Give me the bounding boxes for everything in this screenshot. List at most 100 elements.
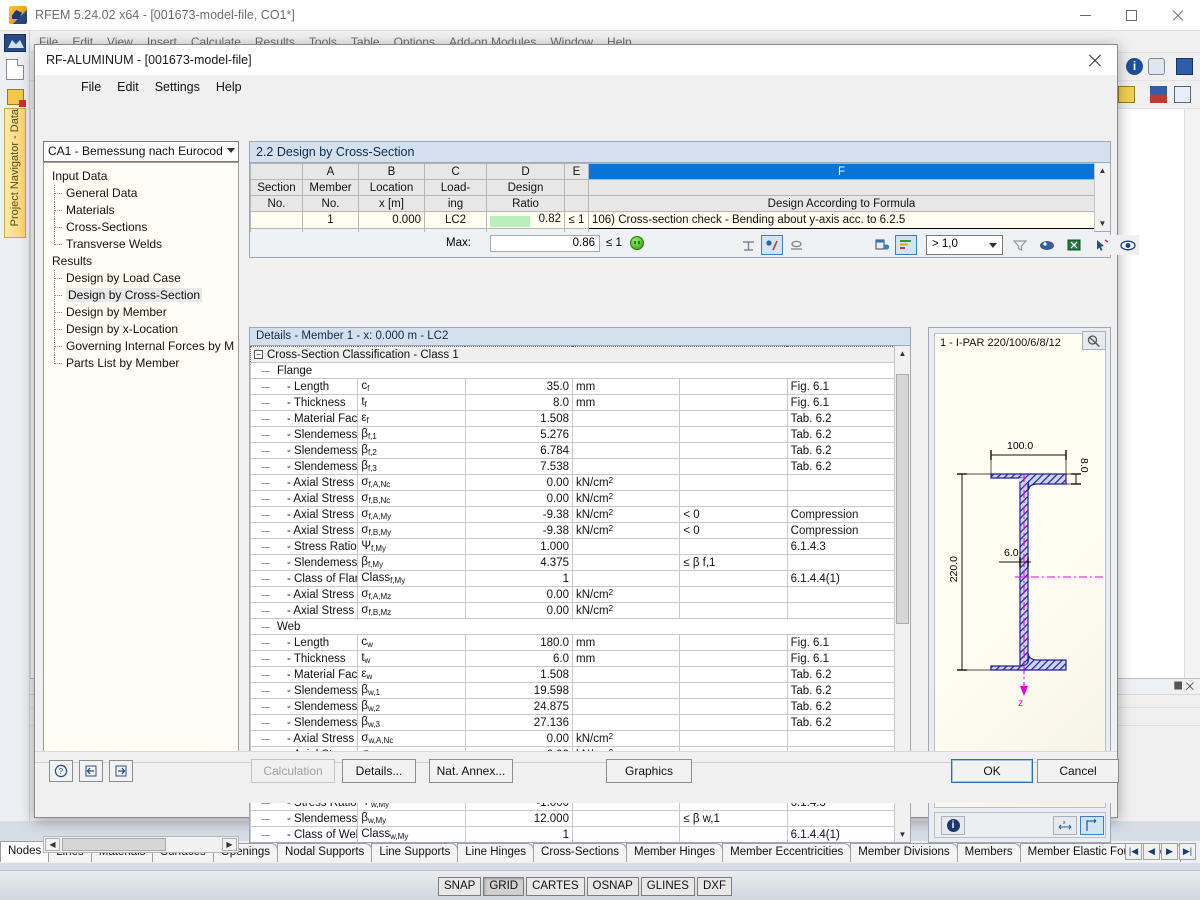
maximize-icon[interactable] [1108, 0, 1154, 31]
sidebar-item-parts-list-by-member[interactable]: Parts List by Member [44, 355, 238, 372]
tab-first-button[interactable]: |◀ [1125, 843, 1142, 860]
tab-member-hinges[interactable]: Member Hinges [626, 843, 723, 862]
dimensions-x-icon[interactable]: x [1053, 816, 1077, 835]
export-excel-icon[interactable] [1063, 235, 1085, 255]
sidebar-item-governing-internal-forces-by-m[interactable]: Governing Internal Forces by M [44, 338, 238, 355]
sidebar-item-design-by-x-location[interactable]: Design by x-Location [44, 321, 238, 338]
col-letter-f[interactable]: F [589, 164, 1095, 180]
dialog-menu-help[interactable]: Help [208, 77, 250, 97]
project-navigator-tab[interactable]: Project Navigator - Data [4, 108, 26, 238]
table-settings-icon[interactable] [871, 235, 893, 255]
sidebar-item-transverse-welds[interactable]: Transverse Welds [44, 236, 238, 253]
details-row[interactable]: - Stress RatioΨf,My1.0006.1.4.3 [251, 539, 895, 555]
group-header-label[interactable]: −Cross-Section Classification - Class 1 [251, 347, 895, 363]
tab-prev-button[interactable]: ◀ [1143, 843, 1160, 860]
details-row[interactable]: - Axial Stress at Flange Endσf,B,Mz0.00k… [251, 603, 895, 619]
scroll-right-arrow-icon[interactable]: ▶ [222, 838, 237, 851]
tab-member-eccentricities[interactable]: Member Eccentricities [722, 843, 851, 862]
details-row[interactable]: - Axial Stress at Flange Startσf,A,My-9.… [251, 507, 895, 523]
support-results-icon[interactable] [785, 235, 807, 255]
tab-last-button[interactable]: ▶| [1179, 843, 1196, 860]
minimize-icon[interactable] [1062, 0, 1108, 31]
tab-nodal-supports[interactable]: Nodal Supports [277, 843, 372, 862]
cell-section-no[interactable] [251, 212, 303, 229]
tab-nodes[interactable]: Nodes [0, 841, 49, 862]
ok-button[interactable]: OK [951, 759, 1033, 783]
funnel-icon[interactable] [1009, 235, 1031, 255]
scroll-down-arrow-icon[interactable]: ▼ [1095, 216, 1110, 231]
tab-member-divisions[interactable]: Member Divisions [850, 843, 957, 862]
calculation-button[interactable]: Calculation [251, 759, 335, 783]
status-toggle-snap[interactable]: SNAP [438, 877, 481, 896]
new-object-icon[interactable] [1118, 86, 1135, 103]
tab-next-button[interactable]: ▶ [1161, 843, 1178, 860]
details-button[interactable]: Details... [342, 759, 416, 783]
details-row[interactable]: - Slendemess Parameter for Class 2βf,26.… [251, 443, 895, 459]
scroll-thumb[interactable] [896, 374, 909, 624]
new-file-icon[interactable] [6, 59, 24, 80]
sidebar-item-design-by-load-case[interactable]: Design by Load Case [44, 270, 238, 287]
sidebar-item-general-data[interactable]: General Data [44, 185, 238, 202]
help-icon[interactable]: ? [49, 760, 73, 782]
col-letter-e[interactable]: E [565, 164, 589, 180]
cell-location[interactable]: 0.000 [359, 212, 425, 229]
results-grid-scrollbar[interactable]: ▲ ▼ [1094, 163, 1110, 231]
nav-tree-horizontal-scrollbar[interactable]: ◀ ▶ [43, 836, 239, 853]
next-page-icon[interactable] [109, 760, 133, 782]
status-toggle-dxf[interactable]: DXF [697, 877, 732, 896]
axes-icon[interactable] [1080, 816, 1104, 835]
scroll-up-arrow-icon[interactable]: ▲ [895, 346, 910, 361]
pick-member-icon[interactable] [1090, 235, 1112, 255]
cross-section-canvas[interactable]: 1 - I-PAR 220/100/6/8/12 [mm] [934, 333, 1106, 808]
details-row[interactable]: - Axial Stress at Flange Startσf,A,Nc0.0… [251, 475, 895, 491]
cross-section-results-icon[interactable] [761, 235, 783, 255]
details-row[interactable]: - Slendemess Parameter for Class 1βw,119… [251, 683, 895, 699]
details-row[interactable]: - Lengthcw180.0mmFig. 6.1 [251, 635, 895, 651]
render-view-icon[interactable] [1036, 235, 1058, 255]
status-toggle-glines[interactable]: GLINES [641, 877, 695, 896]
sidebar-item-results[interactable]: Results [44, 253, 238, 270]
info-circle-icon[interactable]: i [1126, 58, 1143, 75]
sidebar-item-input-data[interactable]: Input Data [44, 168, 238, 185]
collapse-expander-icon[interactable]: − [254, 350, 263, 359]
dialog-menu-file[interactable]: File [73, 77, 109, 97]
color-bars-icon[interactable] [895, 235, 917, 255]
dropdown-panel-icon[interactable] [1176, 58, 1193, 75]
col-letter-a[interactable]: A [303, 164, 359, 180]
info-icon[interactable]: i [941, 816, 965, 835]
status-toggle-grid[interactable]: GRID [483, 877, 524, 896]
scroll-left-arrow-icon[interactable]: ◀ [45, 838, 60, 851]
details-group-header[interactable]: −Cross-Section Classification - Class 1 [251, 347, 895, 363]
graphics-button[interactable]: Graphics [606, 759, 692, 783]
tab-members[interactable]: Members [957, 843, 1021, 862]
dialog-menu-edit[interactable]: Edit [109, 77, 147, 97]
details-subgroup-row[interactable]: Flange [251, 363, 895, 379]
navigation-tree[interactable]: Input DataGeneral DataMaterialsCross-Sec… [43, 162, 239, 786]
details-row[interactable]: - Axial Stress at Flange Endσf,B,My-9.38… [251, 523, 895, 539]
details-row[interactable]: - Slendemess Parameter for Class 3βf,37.… [251, 459, 895, 475]
sidebar-item-design-by-member[interactable]: Design by Member [44, 304, 238, 321]
details-row[interactable]: - Thicknesstf8.0mmFig. 6.1 [251, 395, 895, 411]
details-row[interactable]: - Thicknesstw6.0mmFig. 6.1 [251, 651, 895, 667]
col-letter-b[interactable]: B [359, 164, 425, 180]
table-row[interactable]: 1 0.000 LC2 0.82 ≤ 1 106) Cross-section … [251, 212, 1095, 229]
cell-design-ratio[interactable]: 0.82 [487, 212, 565, 229]
cell-member-no[interactable]: 1 [303, 212, 359, 229]
cell-loading[interactable]: LC2 [425, 212, 487, 229]
details-row[interactable]: - Slendemess Parameterβw,My12.000≤ β w,1 [251, 811, 895, 827]
tab-cross-sections[interactable]: Cross-Sections [533, 843, 627, 862]
scroll-thumb[interactable] [62, 838, 166, 851]
details-row[interactable]: - Axial Stress at Flange Endσf,B,Nc0.00k… [251, 491, 895, 507]
details-subgroup-row[interactable]: Web [251, 619, 895, 635]
details-row[interactable]: - Class of FlangeClassf,My16.1.4.4(1) [251, 571, 895, 587]
details-row[interactable]: - Slendemess Parameter for Class 2βw,224… [251, 699, 895, 715]
cancel-button[interactable]: Cancel [1037, 759, 1119, 783]
filter-value-select[interactable]: > 1,0 [926, 235, 1003, 255]
dlubal-logo-icon[interactable] [4, 34, 26, 52]
sidebar-item-cross-sections[interactable]: Cross-Sections [44, 219, 238, 236]
member-results-icon[interactable] [737, 235, 759, 255]
nat-annex-button[interactable]: Nat. Annex... [429, 759, 513, 783]
visibility-eye-icon[interactable] [1117, 235, 1139, 255]
details-row[interactable]: - Slendemess Parameterβf,My4.375≤ β f,1 [251, 555, 895, 571]
sidebar-item-design-by-cross-section[interactable]: Design by Cross-Section [44, 287, 238, 304]
